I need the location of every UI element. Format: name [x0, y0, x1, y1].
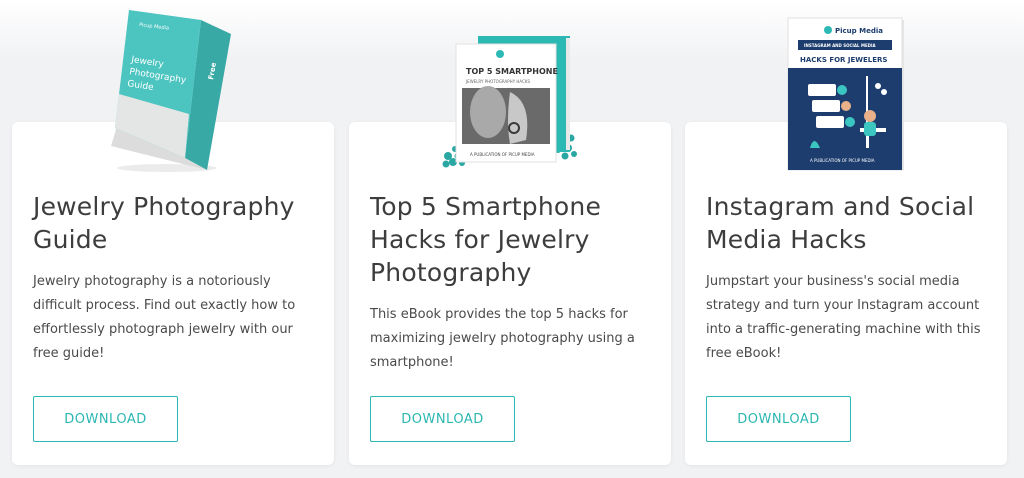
cover-subtitle: JEWELRY PHOTOGRAPHY HACKS: [465, 79, 530, 84]
download-button[interactable]: DOWNLOAD: [370, 396, 515, 442]
card-description: Jewelry photography is a notoriously dif…: [33, 274, 296, 361]
card-title: Instagram and Social Media Hacks: [706, 192, 975, 254]
download-button[interactable]: DOWNLOAD: [706, 396, 851, 442]
ebook-card-jewelry-guide: Jewelry Photography Guide Jewelry photog…: [12, 122, 334, 465]
ebook-cover-smartphone-hacks: TOP 5 SMARTPHONE JEWELRY PHOTOGRAPHY HAC…: [442, 36, 577, 168]
download-button[interactable]: DOWNLOAD: [33, 396, 178, 442]
ebook-cover-jewelry-guide: Picup Media Jewelry Photography Guide Fr…: [111, 10, 231, 172]
cover-kicker: INSTAGRAM AND SOCIAL MEDIA: [804, 43, 876, 48]
cover-footer: A PUBLICATION OF PICUP MEDIA: [470, 152, 535, 157]
ebook-card-instagram-hacks: Instagram and Social Media Hacks Jumpsta…: [685, 122, 1007, 465]
card-title: Top 5 Smartphone Hacks for Jewelry Photo…: [370, 192, 602, 287]
cover-brand: Picup Media: [835, 27, 883, 35]
cover-title: TOP 5 SMARTPHONE: [466, 67, 558, 76]
cover-title: HACKS FOR JEWELERS: [800, 56, 887, 64]
cover-footer: A PUBLICATION OF PICUP MEDIA: [810, 158, 875, 163]
card-title: Jewelry Photography Guide: [33, 192, 295, 254]
ebook-cover-instagram-hacks: Picup Media INSTAGRAM AND SOCIAL MEDIA H…: [787, 17, 904, 171]
ebook-card-smartphone-hacks: Top 5 Smartphone Hacks for Jewelry Photo…: [349, 122, 671, 465]
card-description: Jumpstart your business's social media s…: [706, 274, 981, 361]
card-description: This eBook provides the top 5 hacks for …: [370, 307, 635, 370]
